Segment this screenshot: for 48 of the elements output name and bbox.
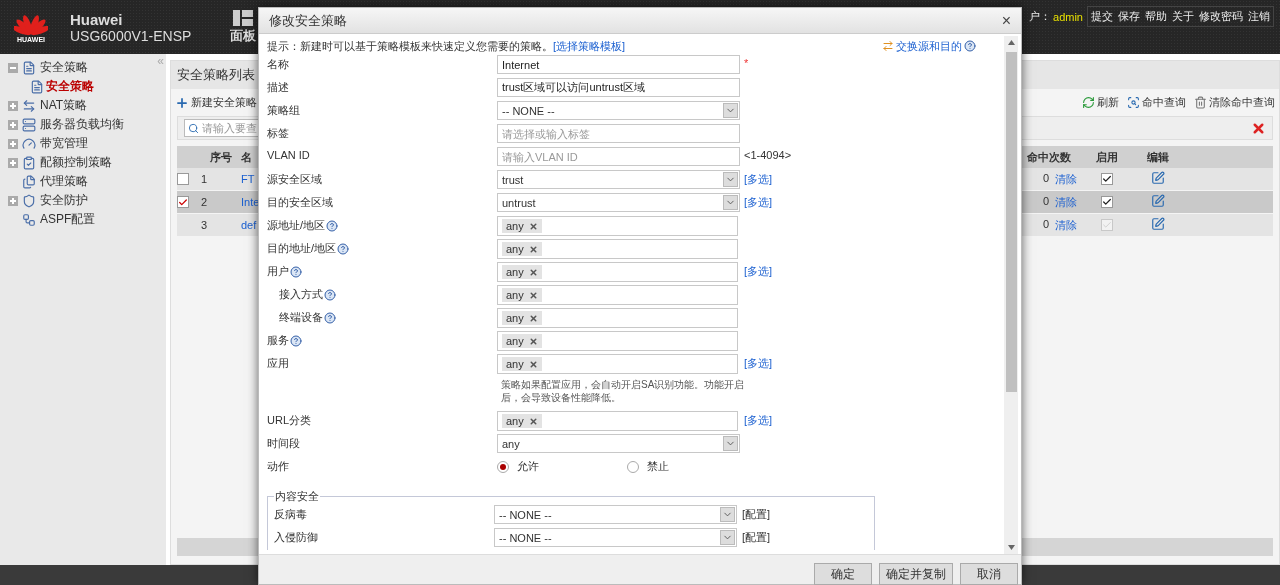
tag-chip: any	[502, 288, 542, 302]
note-text: 策略如果配置应用，会自动开启SA识别功能。功能开启后，会导致设备性能降低。	[501, 378, 746, 404]
user-label: 户：	[1029, 9, 1052, 24]
field-label: 源地址/地区	[267, 218, 326, 233]
field-label: 名称	[267, 57, 289, 72]
group-legend: 内容安全	[274, 489, 320, 504]
column-header: 序号	[209, 149, 233, 165]
column-header: 编辑	[1146, 149, 1170, 165]
required-mark: *	[744, 57, 749, 69]
field-label: 目的地址/地区	[267, 241, 337, 256]
field-label: 描述	[267, 80, 289, 95]
tag-chip: any	[502, 265, 542, 279]
table-cell-text: 2	[201, 196, 209, 208]
app-title: Huawei	[70, 10, 124, 28]
field-label: 用户	[267, 264, 289, 279]
field-label: 反病毒	[274, 507, 307, 522]
tag-chip: any	[502, 242, 542, 256]
field-label: 应用	[267, 356, 289, 371]
tag-chip: any	[502, 414, 542, 428]
table-cell-text: 3	[201, 219, 209, 231]
tag-chip: any	[502, 357, 542, 371]
field-label: VLAN ID	[267, 149, 310, 161]
device-model: USG6000V1-ENSP	[70, 27, 193, 44]
field-label: URL分类	[267, 413, 311, 428]
field-label: 目的安全区域	[267, 195, 333, 210]
dialog-title: 修改安全策略	[269, 11, 347, 30]
tag-chip: any	[502, 334, 542, 348]
field-label: 终端设备	[279, 310, 323, 325]
field-label: 策略组	[267, 103, 300, 118]
field-label: 入侵防御	[274, 530, 318, 545]
user-name: admin	[1053, 10, 1083, 23]
table-cell-text: 0	[1042, 217, 1049, 232]
panel-title: 安全策略列表	[177, 66, 255, 84]
tag-chip: any	[502, 219, 542, 233]
table-cell-text: 0	[1042, 194, 1049, 209]
hint-text: 提示：新建时可以基于策略模板来快速定义您需要的策略。	[267, 38, 553, 54]
column-header: 命中次数	[1026, 149, 1072, 165]
field-label: 动作	[267, 459, 289, 474]
range-hint: <1-4094>	[744, 149, 792, 161]
field-label: 服务	[267, 333, 289, 348]
tag-chip: any	[502, 311, 542, 325]
table-cell-text: 1	[201, 173, 209, 185]
column-header: 名	[241, 149, 253, 165]
table-cell-text: 0	[1042, 171, 1049, 186]
field-label: 源安全区域	[267, 172, 322, 187]
field-label: 接入方式	[279, 287, 323, 302]
column-header: 启用	[1095, 149, 1119, 165]
field-label: 时间段	[267, 436, 300, 451]
